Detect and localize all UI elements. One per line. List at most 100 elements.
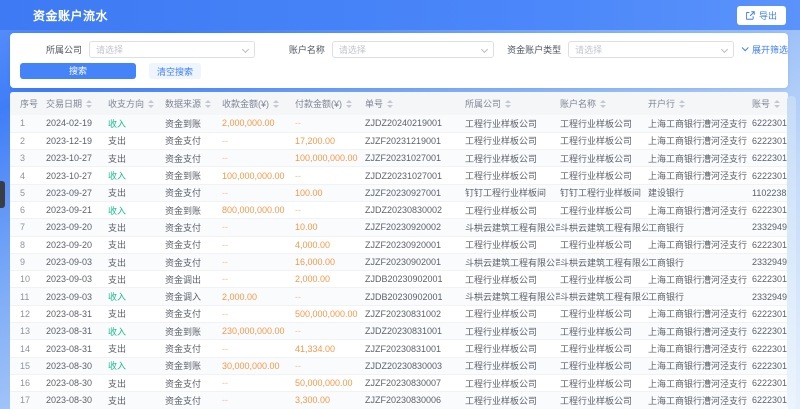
cell-order_no: ZJDZ20230831001 — [365, 323, 465, 340]
column-header-account_name[interactable]: 账户名称 — [560, 92, 648, 115]
column-header-source[interactable]: 数据来源 — [165, 92, 222, 115]
cell-account_no: 622230111 — [752, 374, 788, 391]
table-row[interactable]: 122023-08-31支出资金支付--500,000,000.00ZJZF20… — [10, 305, 788, 322]
sort-icon[interactable] — [679, 100, 685, 108]
transactions-table: 序号交易日期收支方向数据来源收款金额(¥)付款金额(¥)单号所属公司账户名称开户… — [10, 92, 788, 409]
cell-date: 2023-08-31 — [46, 340, 108, 357]
cell-source: 资金支付 — [165, 219, 222, 236]
table-row[interactable]: 12024-02-19收入资金到账2,000,000.00--ZJDZ20240… — [10, 115, 788, 132]
cell-date: 2023-09-27 — [46, 184, 108, 201]
table-row[interactable]: 72023-09-20支出资金支付--10.00ZJZF20230920002斗… — [10, 219, 788, 236]
cell-company: 工程行业样板公司 — [465, 374, 560, 391]
cell-company: 工程行业样板公司 — [465, 271, 560, 288]
cell-bank: 上海工商银行漕河泾支行 — [648, 392, 752, 409]
column-header-direction[interactable]: 收支方向 — [108, 92, 165, 115]
search-button[interactable]: 搜索 — [20, 63, 136, 79]
table-row[interactable]: 52023-09-27支出资金支付--100.00ZJZF20230927001… — [10, 184, 788, 201]
column-header-label: 付款金额(¥) — [295, 99, 342, 109]
column-header-income[interactable]: 收款金额(¥) — [222, 92, 295, 115]
cell-date: 2023-08-30 — [46, 357, 108, 374]
cell-account_no: 622230111 — [752, 323, 788, 340]
sort-icon[interactable] — [346, 100, 352, 108]
sort-icon[interactable] — [387, 100, 393, 108]
cell-account_name: 工程行业样板公司 — [560, 374, 648, 391]
column-header-label: 账户名称 — [560, 99, 596, 109]
table-row[interactable]: 92023-09-03支出资金支付--16,000.00ZJZF20230902… — [10, 253, 788, 270]
cell-company: 工程行业样板公司 — [465, 305, 560, 322]
cell-order_no: ZJZF20230831002 — [365, 305, 465, 322]
page-title: 资金账户流水 — [33, 7, 108, 24]
cell-income: -- — [222, 374, 295, 391]
cell-account_name: 工程行业样板公司 — [560, 201, 648, 218]
table-row[interactable]: 102023-09-03支出资金调出--2,000.00ZJDB20230902… — [10, 271, 788, 288]
column-header-payment[interactable]: 付款金额(¥) — [295, 92, 365, 115]
table-row[interactable]: 42023-10-27收入资金到账100,000,000.00--ZJDZ202… — [10, 167, 788, 184]
column-header-company[interactable]: 所属公司 — [465, 92, 560, 115]
table-row[interactable]: 132023-08-31收入资金到账230,000,000.00--ZJDZ20… — [10, 323, 788, 340]
column-header-date[interactable]: 交易日期 — [46, 92, 108, 115]
cell-bank: 工商银行 — [648, 288, 752, 305]
cell-idx: 10 — [10, 271, 46, 288]
table-row[interactable]: 152023-08-30收入资金到账30,000,000.00--ZJDZ202… — [10, 357, 788, 374]
cell-order_no: ZJDB20230902001 — [365, 271, 465, 288]
cell-bank: 工商银行 — [648, 219, 752, 236]
sort-icon[interactable] — [600, 100, 606, 108]
cell-income: -- — [222, 305, 295, 322]
table-row[interactable]: 32023-10-27支出资金支付--100,000,000.00ZJZF202… — [10, 150, 788, 167]
table-row[interactable]: 62023-09-21收入资金到账800,000,000.00--ZJDZ202… — [10, 201, 788, 218]
cell-direction: 收入 — [108, 288, 165, 305]
collapsed-side-handle[interactable] — [0, 181, 5, 208]
cell-company: 工程行业样板公司 — [465, 340, 560, 357]
cell-company: 工程行业样板公司 — [465, 115, 560, 132]
cell-payment: 50,000,000.00 — [295, 374, 365, 391]
sort-icon[interactable] — [148, 100, 154, 108]
vertical-scrollbar[interactable] — [787, 96, 796, 409]
cell-date: 2023-08-31 — [46, 305, 108, 322]
cell-direction: 支出 — [108, 236, 165, 253]
cell-bank: 上海工商银行漕河泾支行 — [648, 150, 752, 167]
sort-icon[interactable] — [86, 100, 92, 108]
clear-search-button[interactable]: 清空搜索 — [149, 63, 201, 79]
sort-icon[interactable] — [205, 100, 211, 108]
cell-idx: 16 — [10, 374, 46, 391]
cell-direction: 支出 — [108, 219, 165, 236]
sort-icon[interactable] — [774, 100, 780, 108]
chevron-down-icon — [481, 46, 488, 53]
table-row[interactable]: 82023-09-20支出资金支付--4,000.00ZJZF202309200… — [10, 236, 788, 253]
cell-date: 2023-09-20 — [46, 219, 108, 236]
cell-date: 2023-08-31 — [46, 323, 108, 340]
sort-icon[interactable] — [505, 100, 511, 108]
cell-date: 2023-10-27 — [46, 150, 108, 167]
column-header-order_no[interactable]: 单号 — [365, 92, 465, 115]
cell-payment: 500,000,000.00 — [295, 305, 365, 322]
account-name-select[interactable]: 请选择 — [332, 41, 494, 58]
cell-account_no: 622230111 — [752, 305, 788, 322]
cell-order_no: ZJZF20231219001 — [365, 132, 465, 149]
export-button[interactable]: 导出 — [737, 6, 786, 25]
transactions-table-card: 序号交易日期收支方向数据来源收款金额(¥)付款金额(¥)单号所属公司账户名称开户… — [10, 92, 788, 409]
table-row[interactable]: 142023-08-31支出资金支付--41,334.00ZJZF2023083… — [10, 340, 788, 357]
cell-payment: 100,000,000.00 — [295, 150, 365, 167]
table-row[interactable]: 172023-08-30支出资金支付--3,300.00ZJZF20230830… — [10, 392, 788, 409]
column-header-label: 所属公司 — [465, 99, 501, 109]
chevron-down-icon — [242, 46, 249, 53]
table-row[interactable]: 162023-08-30支出资金支付--50,000,000.00ZJZF202… — [10, 374, 788, 391]
column-header-label: 交易日期 — [46, 99, 82, 109]
column-header-bank[interactable]: 开户行 — [648, 92, 752, 115]
sort-icon[interactable] — [273, 100, 279, 108]
table-row[interactable]: 22023-12-19支出资金支付--17,200.00ZJZF20231219… — [10, 132, 788, 149]
column-header-account_no[interactable]: 账号 — [752, 92, 788, 115]
cell-account_no: 622230111 — [752, 357, 788, 374]
cell-income: 2,000,000.00 — [222, 115, 295, 132]
cell-idx: 9 — [10, 253, 46, 270]
cell-account_no: 23329499 — [752, 219, 788, 236]
table-row[interactable]: 112023-09-03收入资金调入2,000.00--ZJDB20230902… — [10, 288, 788, 305]
cell-idx: 2 — [10, 132, 46, 149]
cell-source: 资金支付 — [165, 253, 222, 270]
company-select[interactable]: 请选择 — [89, 41, 255, 58]
cell-bank: 上海工商银行漕河泾支行 — [648, 271, 752, 288]
expand-filters-link[interactable]: 展开筛选 — [742, 43, 788, 56]
cell-direction: 收入 — [108, 115, 165, 132]
account-type-select[interactable]: 请选择 — [568, 41, 734, 58]
cell-account_no: 622230111 — [752, 150, 788, 167]
